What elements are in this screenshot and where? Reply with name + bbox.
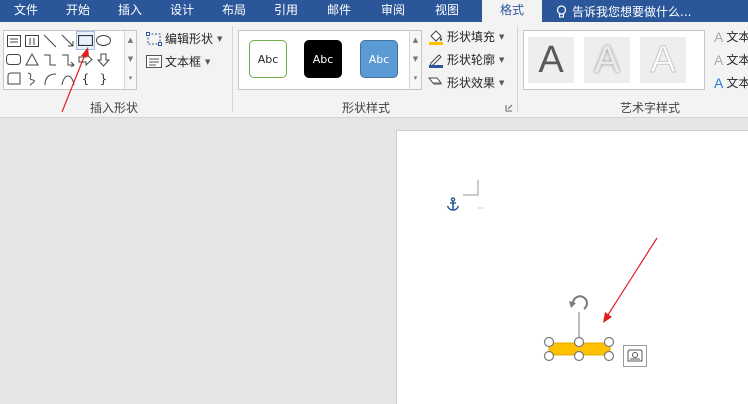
scroll-down-icon[interactable]: ▼ [125,50,136,69]
right-brace-shape-icon[interactable]: } [95,70,112,87]
paint-bucket-icon [429,29,443,45]
elbow-connector-shape-icon[interactable] [41,51,58,68]
layout-options-icon[interactable] [623,345,647,367]
page-corner-mark [463,180,483,209]
text-box-icon [146,55,162,68]
triangle-shape-icon[interactable] [23,51,40,68]
rotate-handle-icon[interactable] [569,295,588,310]
rounded-rectangle-shape-icon[interactable] [5,51,22,68]
chevron-down-icon: ▼ [499,55,505,64]
document-page[interactable] [396,130,748,404]
wordart-gallery[interactable]: A A A [523,30,705,90]
pen-outline-icon [429,53,443,68]
text-effects-button[interactable]: A 文本 [714,74,748,91]
insert-shapes-group-label: 插入形状 [90,101,139,115]
tab-references[interactable]: 引用 [260,0,312,22]
arrow-line-shape-icon[interactable] [59,32,76,49]
gallery-more-icon[interactable]: ▾ [125,69,136,88]
tab-layout[interactable]: 布局 [208,0,260,22]
text-outline-button[interactable]: A 文本 [714,51,748,68]
shapes-gallery-scroll[interactable]: ▲ ▼ ▾ [124,31,136,89]
chevron-down-icon: ▼ [499,78,505,87]
shape-effects-button[interactable]: 形状效果 ▼ [428,74,504,91]
tell-me-box[interactable]: 告诉我您想要做什么... [542,0,691,22]
shape-styles-scroll[interactable]: ▲ ▼ ▾ [409,31,421,89]
resize-handle[interactable] [573,336,585,348]
text-effects-label: 文本 [726,76,748,90]
text-fill-button[interactable]: A 文本 [714,28,748,45]
group-separator [517,26,518,112]
shape-style-swatch[interactable]: Abc [360,40,398,78]
snip-corner-shape-icon[interactable] [5,70,22,87]
resize-handle[interactable] [543,336,555,348]
chevron-down-icon: ▼ [217,34,223,43]
edit-shape-label: 编辑形状 [165,32,214,46]
vertical-text-box-shape-icon[interactable] [23,32,40,49]
arc-shape-icon[interactable] [41,70,58,87]
text-fill-icon: A [714,28,724,45]
right-arrow-shape-icon[interactable] [77,51,94,68]
text-fill-label: 文本 [726,30,748,44]
text-box-shape-icon[interactable] [5,32,22,49]
lightbulb-icon [556,4,567,18]
shape-styles-group-label: 形状样式 [342,101,391,115]
group-separator [232,26,233,112]
down-arrow-shape-icon[interactable] [95,51,112,68]
left-brace-shape-icon[interactable]: { [77,70,94,87]
ribbon-body: { } ▲ ▼ ▾ 编辑形状 ▼ 文本框 ▼ 插入形状 Abc Abc Abc … [0,22,748,118]
tab-mailings[interactable]: 邮件 [312,0,366,22]
resize-handle[interactable] [603,336,615,348]
line-shape-icon[interactable] [41,32,58,49]
shapes-gallery[interactable]: { } ▲ ▼ ▾ [3,30,137,90]
shape-effects-label: 形状效果 [447,76,496,90]
rectangle-shape-icon[interactable] [76,31,95,50]
oval-shape-icon[interactable] [95,32,112,49]
text-outline-label: 文本 [726,53,748,67]
shape-styles-gallery[interactable]: Abc Abc Abc ▲ ▼ ▾ [238,30,422,90]
tab-home[interactable]: 开始 [52,0,104,22]
shape-outline-label: 形状轮廓 [447,53,496,67]
resize-handle[interactable] [603,350,615,362]
text-box-button[interactable]: 文本框 ▼ [146,53,210,70]
wordart-style-swatch[interactable]: A [640,37,686,83]
wordart-style-swatch[interactable]: A [584,37,630,83]
dialog-launcher-icon[interactable] [505,104,513,112]
edit-shape-button[interactable]: 编辑形状 ▼ [146,30,222,47]
text-box-label: 文本框 [165,55,202,69]
wordart-styles-group-label: 艺术字样式 [620,101,681,115]
wordart-style-swatch[interactable]: A [528,37,574,83]
tab-file[interactable]: 文件 [0,0,52,22]
edit-shape-icon [146,31,162,46]
text-outline-icon: A [714,51,724,68]
gallery-more-icon[interactable]: ▾ [410,69,421,88]
shape-effects-icon [428,77,443,85]
chevron-down-icon: ▼ [499,32,505,41]
shape-outline-button[interactable]: 形状轮廓 ▼ [428,51,504,68]
squiggle-shape-icon[interactable] [23,70,40,87]
tab-format[interactable]: 格式 [482,0,542,22]
tab-view[interactable]: 视图 [420,0,474,22]
curve-shape-icon[interactable] [59,70,76,87]
tab-insert[interactable]: 插入 [104,0,156,22]
tab-review[interactable]: 审阅 [366,0,420,22]
text-effects-icon: A [714,74,724,91]
scroll-down-icon[interactable]: ▼ [410,50,421,69]
tab-design[interactable]: 设计 [156,0,208,22]
shape-style-swatch[interactable]: Abc [249,40,287,78]
shape-fill-label: 形状填充 [447,30,496,44]
ribbon-tab-bar: 文件 开始 插入 设计 布局 引用 邮件 审阅 视图 格式 告诉我您想要做什么.… [0,0,748,22]
scroll-up-icon[interactable]: ▲ [410,31,421,50]
anchor-icon [446,197,460,211]
shape-fill-button[interactable]: 形状填充 ▼ [428,28,504,45]
scroll-up-icon[interactable]: ▲ [125,31,136,50]
tell-me-text: 告诉我您想要做什么... [572,4,692,19]
resize-handle[interactable] [573,350,585,362]
elbow-arrow-connector-shape-icon[interactable] [59,51,76,68]
shape-style-swatch[interactable]: Abc [304,40,342,78]
resize-handle[interactable] [543,350,555,362]
selected-rectangle-shape[interactable] [540,290,620,362]
chevron-down-icon: ▼ [205,57,211,66]
